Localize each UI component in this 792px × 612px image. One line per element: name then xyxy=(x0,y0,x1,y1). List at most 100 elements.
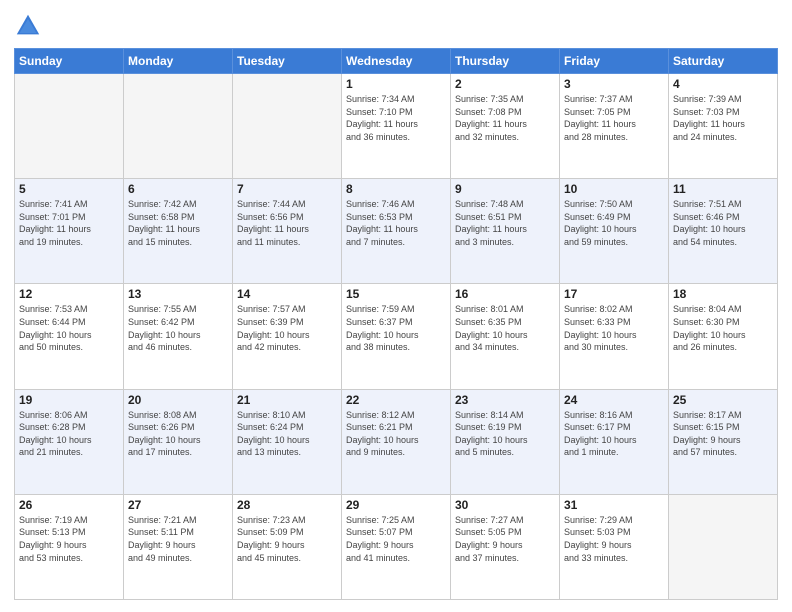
day-number: 17 xyxy=(564,287,664,301)
day-number: 2 xyxy=(455,77,555,91)
day-info: Sunrise: 7:27 AM Sunset: 5:05 PM Dayligh… xyxy=(455,514,555,564)
day-number: 19 xyxy=(19,393,119,407)
day-number: 9 xyxy=(455,182,555,196)
day-info: Sunrise: 7:21 AM Sunset: 5:11 PM Dayligh… xyxy=(128,514,228,564)
day-info: Sunrise: 7:35 AM Sunset: 7:08 PM Dayligh… xyxy=(455,93,555,143)
calendar-cell: 27 Sunrise: 7:21 AM Sunset: 5:11 PM Dayli… xyxy=(124,494,233,599)
day-info: Sunrise: 7:57 AM Sunset: 6:39 PM Dayligh… xyxy=(237,303,337,353)
day-info: Sunrise: 8:02 AM Sunset: 6:33 PM Dayligh… xyxy=(564,303,664,353)
calendar-cell: 11 Sunrise: 7:51 AM Sunset: 6:46 PM Dayli… xyxy=(669,179,778,284)
calendar-cell: 14 Sunrise: 7:57 AM Sunset: 6:39 PM Dayli… xyxy=(233,284,342,389)
day-number: 18 xyxy=(673,287,773,301)
calendar: SundayMondayTuesdayWednesdayThursdayFrid… xyxy=(14,48,778,600)
day-number: 13 xyxy=(128,287,228,301)
day-number: 30 xyxy=(455,498,555,512)
calendar-cell: 9 Sunrise: 7:48 AM Sunset: 6:51 PM Daylig… xyxy=(451,179,560,284)
day-info: Sunrise: 7:19 AM Sunset: 5:13 PM Dayligh… xyxy=(19,514,119,564)
week-row-1: 1 Sunrise: 7:34 AM Sunset: 7:10 PM Daylig… xyxy=(15,74,778,179)
weekday-header-friday: Friday xyxy=(560,49,669,74)
calendar-cell: 20 Sunrise: 8:08 AM Sunset: 6:26 PM Dayli… xyxy=(124,389,233,494)
calendar-cell xyxy=(15,74,124,179)
day-number: 21 xyxy=(237,393,337,407)
day-info: Sunrise: 7:53 AM Sunset: 6:44 PM Dayligh… xyxy=(19,303,119,353)
calendar-cell: 17 Sunrise: 8:02 AM Sunset: 6:33 PM Dayli… xyxy=(560,284,669,389)
calendar-cell: 4 Sunrise: 7:39 AM Sunset: 7:03 PM Daylig… xyxy=(669,74,778,179)
calendar-cell xyxy=(124,74,233,179)
calendar-cell: 2 Sunrise: 7:35 AM Sunset: 7:08 PM Daylig… xyxy=(451,74,560,179)
calendar-cell: 19 Sunrise: 8:06 AM Sunset: 6:28 PM Dayli… xyxy=(15,389,124,494)
calendar-cell: 10 Sunrise: 7:50 AM Sunset: 6:49 PM Dayli… xyxy=(560,179,669,284)
calendar-cell: 12Sunrise: 7:53 AM Sunset: 6:44 PM Dayli… xyxy=(15,284,124,389)
weekday-header-saturday: Saturday xyxy=(669,49,778,74)
day-info: Sunrise: 7:48 AM Sunset: 6:51 PM Dayligh… xyxy=(455,198,555,248)
day-info: Sunrise: 7:41 AM Sunset: 7:01 PM Dayligh… xyxy=(19,198,119,248)
calendar-cell xyxy=(669,494,778,599)
day-number: 25 xyxy=(673,393,773,407)
day-info: Sunrise: 7:23 AM Sunset: 5:09 PM Dayligh… xyxy=(237,514,337,564)
day-info: Sunrise: 8:16 AM Sunset: 6:17 PM Dayligh… xyxy=(564,409,664,459)
calendar-cell: 8 Sunrise: 7:46 AM Sunset: 6:53 PM Daylig… xyxy=(342,179,451,284)
calendar-cell: 24Sunrise: 8:16 AM Sunset: 6:17 PM Dayli… xyxy=(560,389,669,494)
day-number: 1 xyxy=(346,77,446,91)
day-number: 4 xyxy=(673,77,773,91)
day-number: 26 xyxy=(19,498,119,512)
calendar-cell: 1 Sunrise: 7:34 AM Sunset: 7:10 PM Daylig… xyxy=(342,74,451,179)
calendar-cell: 5 Sunrise: 7:41 AM Sunset: 7:01 PM Daylig… xyxy=(15,179,124,284)
day-number: 16 xyxy=(455,287,555,301)
calendar-cell: 30 Sunrise: 7:27 AM Sunset: 5:05 PM Dayli… xyxy=(451,494,560,599)
day-info: Sunrise: 7:55 AM Sunset: 6:42 PM Dayligh… xyxy=(128,303,228,353)
day-info: Sunrise: 7:50 AM Sunset: 6:49 PM Dayligh… xyxy=(564,198,664,248)
day-info: Sunrise: 8:04 AM Sunset: 6:30 PM Dayligh… xyxy=(673,303,773,353)
calendar-cell: 7Sunrise: 7:44 AM Sunset: 6:56 PM Daylig… xyxy=(233,179,342,284)
header xyxy=(14,12,778,40)
calendar-cell: 28Sunrise: 7:23 AM Sunset: 5:09 PM Dayli… xyxy=(233,494,342,599)
week-row-2: 5 Sunrise: 7:41 AM Sunset: 7:01 PM Daylig… xyxy=(15,179,778,284)
weekday-header-thursday: Thursday xyxy=(451,49,560,74)
day-number: 23 xyxy=(455,393,555,407)
calendar-cell: 13 Sunrise: 7:55 AM Sunset: 6:42 PM Dayli… xyxy=(124,284,233,389)
day-number: 11 xyxy=(673,182,773,196)
day-number: 10 xyxy=(564,182,664,196)
day-info: Sunrise: 7:39 AM Sunset: 7:03 PM Dayligh… xyxy=(673,93,773,143)
day-number: 31 xyxy=(564,498,664,512)
day-info: Sunrise: 7:42 AM Sunset: 6:58 PM Dayligh… xyxy=(128,198,228,248)
day-number: 14 xyxy=(237,287,337,301)
day-info: Sunrise: 7:59 AM Sunset: 6:37 PM Dayligh… xyxy=(346,303,446,353)
weekday-header-row: SundayMondayTuesdayWednesdayThursdayFrid… xyxy=(15,49,778,74)
day-number: 22 xyxy=(346,393,446,407)
day-number: 27 xyxy=(128,498,228,512)
weekday-header-wednesday: Wednesday xyxy=(342,49,451,74)
calendar-cell: 21Sunrise: 8:10 AM Sunset: 6:24 PM Dayli… xyxy=(233,389,342,494)
day-info: Sunrise: 8:01 AM Sunset: 6:35 PM Dayligh… xyxy=(455,303,555,353)
day-info: Sunrise: 8:08 AM Sunset: 6:26 PM Dayligh… xyxy=(128,409,228,459)
day-info: Sunrise: 8:17 AM Sunset: 6:15 PM Dayligh… xyxy=(673,409,773,459)
page: SundayMondayTuesdayWednesdayThursdayFrid… xyxy=(0,0,792,612)
calendar-cell: 22Sunrise: 8:12 AM Sunset: 6:21 PM Dayli… xyxy=(342,389,451,494)
day-info: Sunrise: 7:37 AM Sunset: 7:05 PM Dayligh… xyxy=(564,93,664,143)
calendar-cell: 31 Sunrise: 7:29 AM Sunset: 5:03 PM Dayli… xyxy=(560,494,669,599)
weekday-header-tuesday: Tuesday xyxy=(233,49,342,74)
day-info: Sunrise: 8:06 AM Sunset: 6:28 PM Dayligh… xyxy=(19,409,119,459)
day-number: 6 xyxy=(128,182,228,196)
calendar-cell: 6 Sunrise: 7:42 AM Sunset: 6:58 PM Daylig… xyxy=(124,179,233,284)
day-info: Sunrise: 7:29 AM Sunset: 5:03 PM Dayligh… xyxy=(564,514,664,564)
day-number: 29 xyxy=(346,498,446,512)
calendar-cell: 23 Sunrise: 8:14 AM Sunset: 6:19 PM Dayli… xyxy=(451,389,560,494)
calendar-cell: 16 Sunrise: 8:01 AM Sunset: 6:35 PM Dayli… xyxy=(451,284,560,389)
calendar-cell xyxy=(233,74,342,179)
logo-icon xyxy=(14,12,42,40)
day-number: 20 xyxy=(128,393,228,407)
week-row-3: 12Sunrise: 7:53 AM Sunset: 6:44 PM Dayli… xyxy=(15,284,778,389)
day-number: 8 xyxy=(346,182,446,196)
weekday-header-monday: Monday xyxy=(124,49,233,74)
day-info: Sunrise: 8:14 AM Sunset: 6:19 PM Dayligh… xyxy=(455,409,555,459)
day-number: 5 xyxy=(19,182,119,196)
week-row-5: 26 Sunrise: 7:19 AM Sunset: 5:13 PM Dayli… xyxy=(15,494,778,599)
calendar-cell: 26 Sunrise: 7:19 AM Sunset: 5:13 PM Dayli… xyxy=(15,494,124,599)
calendar-cell: 29Sunrise: 7:25 AM Sunset: 5:07 PM Dayli… xyxy=(342,494,451,599)
day-info: Sunrise: 7:46 AM Sunset: 6:53 PM Dayligh… xyxy=(346,198,446,248)
week-row-4: 19 Sunrise: 8:06 AM Sunset: 6:28 PM Dayli… xyxy=(15,389,778,494)
day-info: Sunrise: 7:51 AM Sunset: 6:46 PM Dayligh… xyxy=(673,198,773,248)
day-info: Sunrise: 7:34 AM Sunset: 7:10 PM Dayligh… xyxy=(346,93,446,143)
day-info: Sunrise: 7:44 AM Sunset: 6:56 PM Dayligh… xyxy=(237,198,337,248)
